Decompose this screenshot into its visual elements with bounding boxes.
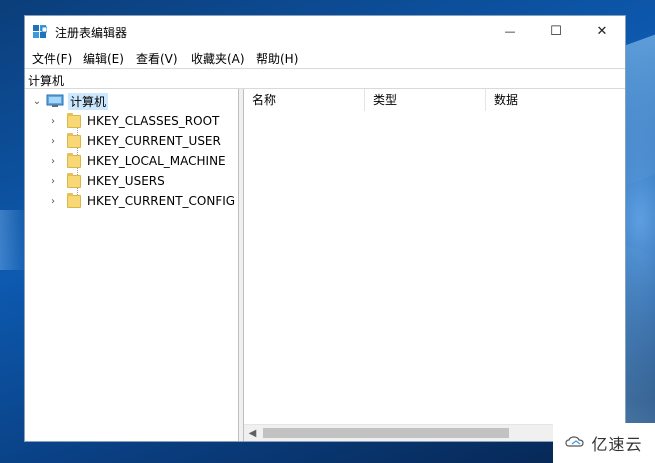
menu-bar: 文件(F) 编辑(E) 查看(V) 收藏夹(A) 帮助(H) (25, 47, 625, 68)
tree-item-hku[interactable]: › HKEY_USERS (47, 172, 165, 190)
maximize-icon: ☐ (550, 24, 562, 39)
title-bar[interactable]: 注册表编辑器 — ☐ ✕ (25, 16, 625, 47)
menu-file[interactable]: 文件(F) (32, 50, 72, 67)
tree-item-label: HKEY_CURRENT_CONFIG (87, 194, 236, 208)
menu-favorites[interactable]: 收藏夹(A) (191, 50, 245, 67)
chevron-right-icon[interactable]: › (47, 115, 59, 127)
tree-item-computer[interactable]: ⌄ 计算机 (31, 92, 109, 110)
chevron-down-icon[interactable]: ⌄ (31, 95, 43, 107)
close-icon: ✕ (596, 24, 608, 39)
column-header-name[interactable]: 名称 (244, 89, 365, 111)
folder-icon (67, 192, 81, 208)
folder-icon (67, 112, 81, 128)
window-title: 注册表编辑器 (55, 26, 128, 40)
chevron-right-icon[interactable]: › (47, 175, 59, 187)
tree-item-hkcu[interactable]: › HKEY_CURRENT_USER (47, 132, 221, 150)
close-button[interactable]: ✕ (579, 16, 625, 47)
column-header-label: 名称 (252, 93, 277, 107)
tree-item-label: 计算机 (68, 92, 109, 110)
column-header-type[interactable]: 类型 (365, 89, 486, 111)
folder-icon (67, 172, 81, 188)
registry-editor-window: 注册表编辑器 — ☐ ✕ 文件(F) 编辑(E) 查看(V) 收藏夹(A) 帮助… (24, 15, 626, 442)
tree-item-label: HKEY_LOCAL_MACHINE (87, 154, 226, 168)
registry-editor-icon (33, 25, 47, 38)
chevron-right-icon[interactable]: › (47, 135, 59, 147)
chevron-right-icon[interactable]: › (47, 195, 59, 207)
watermark: 亿速云 (553, 423, 655, 463)
tree-item-label: HKEY_USERS (87, 174, 165, 188)
address-path[interactable]: 计算机 (28, 72, 64, 89)
cloud-logo-icon (565, 436, 585, 447)
tree-item-label: HKEY_CLASSES_ROOT (87, 114, 220, 128)
watermark-text: 亿速云 (591, 435, 643, 454)
column-header-data[interactable]: 数据 (486, 89, 624, 111)
address-bar[interactable]: 计算机 (25, 68, 625, 89)
tree-item-hkcc[interactable]: › HKEY_CURRENT_CONFIG (47, 192, 235, 210)
chevron-right-icon[interactable]: › (47, 155, 59, 167)
maximize-button[interactable]: ☐ (533, 16, 579, 47)
menu-edit[interactable]: 编辑(E) (83, 50, 124, 67)
column-header-label: 类型 (373, 93, 398, 107)
minimize-icon: — (504, 25, 516, 38)
computer-icon (46, 94, 64, 107)
menu-help[interactable]: 帮助(H) (256, 50, 298, 67)
column-header-label: 数据 (494, 93, 519, 107)
tree-item-label: HKEY_CURRENT_USER (87, 134, 221, 148)
tree-item-hkcr[interactable]: › HKEY_CLASSES_ROOT (47, 112, 219, 130)
values-list-pane[interactable]: 名称 类型 数据 ◀ (243, 89, 625, 441)
minimize-button[interactable]: — (487, 16, 533, 47)
folder-icon (67, 132, 81, 148)
folder-icon (67, 152, 81, 168)
scrollbar-thumb[interactable] (263, 428, 509, 438)
tree-pane[interactable]: ⌄ 计算机 › HKEY_CLASSES_ROOT › HKEY_CURRENT… (25, 89, 239, 441)
tree-item-hklm[interactable]: › HKEY_LOCAL_MACHINE (47, 152, 226, 170)
scroll-left-arrow-icon[interactable]: ◀ (244, 425, 261, 441)
menu-view[interactable]: 查看(V) (136, 50, 178, 67)
